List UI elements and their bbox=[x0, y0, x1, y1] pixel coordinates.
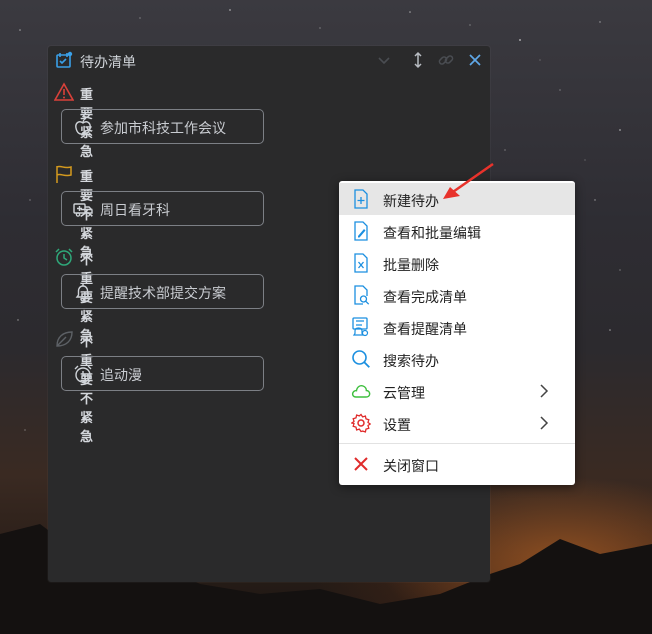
todo-item-label: 周日看牙科 bbox=[100, 203, 170, 219]
menu-item-view-completed[interactable]: 查看完成清单 bbox=[339, 279, 575, 311]
menu-item-view-reminders[interactable]: 查看提醒清单 bbox=[339, 311, 575, 343]
pin-icon[interactable] bbox=[408, 50, 428, 70]
apple-icon bbox=[73, 117, 93, 137]
delete-file-icon bbox=[351, 253, 371, 273]
chevron-down-icon[interactable] bbox=[374, 50, 394, 70]
window-title: 待办清单 bbox=[80, 55, 136, 71]
leaf-icon bbox=[54, 329, 74, 349]
todo-item[interactable]: 周日看牙科 bbox=[61, 191, 264, 226]
medical-truck-icon bbox=[73, 199, 93, 219]
close-x-icon bbox=[351, 454, 371, 474]
search-icon bbox=[351, 349, 371, 369]
bell-icon bbox=[73, 282, 93, 302]
menu-item-label: 查看和批量编辑 bbox=[383, 226, 481, 242]
new-file-icon bbox=[351, 189, 371, 209]
menu-item-label: 新建待办 bbox=[383, 194, 439, 210]
menu-item-label: 查看完成清单 bbox=[383, 290, 467, 306]
menu-item-label: 云管理 bbox=[383, 386, 425, 402]
gear-icon bbox=[350, 413, 372, 433]
search-file-icon bbox=[351, 285, 371, 305]
menu-item-search-todo[interactable]: 搜索待办 bbox=[339, 343, 575, 375]
menu-item-settings[interactable]: 设置 bbox=[339, 407, 575, 439]
cloud-icon bbox=[351, 381, 371, 401]
menu-item-label: 搜索待办 bbox=[383, 354, 439, 370]
menu-item-close-window[interactable]: 关闭窗口 bbox=[339, 448, 575, 480]
flag-icon bbox=[54, 164, 74, 184]
todo-item[interactable]: 追动漫 bbox=[61, 356, 264, 391]
chevron-right-icon bbox=[539, 415, 549, 431]
menu-item-label: 查看提醒清单 bbox=[383, 322, 467, 338]
alarm-clock-icon bbox=[73, 364, 93, 384]
close-icon[interactable] bbox=[465, 50, 485, 70]
menu-item-cloud-management[interactable]: 云管理 bbox=[339, 375, 575, 407]
title-bar: 待办清单 bbox=[48, 46, 490, 74]
todo-item-label: 提醒技术部提交方案 bbox=[100, 286, 226, 302]
todo-item-label: 参加市科技工作会议 bbox=[100, 121, 226, 137]
reminder-file-icon bbox=[351, 317, 371, 337]
menu-item-label: 设置 bbox=[383, 418, 411, 434]
menu-item-view-batch-edit[interactable]: 查看和批量编辑 bbox=[339, 215, 575, 247]
todo-app-icon bbox=[54, 51, 74, 69]
chevron-right-icon bbox=[539, 383, 549, 399]
todo-item[interactable]: 提醒技术部提交方案 bbox=[61, 274, 264, 309]
edit-file-icon bbox=[351, 221, 371, 241]
menu-item-label: 批量删除 bbox=[383, 258, 439, 274]
menu-item-label: 关闭窗口 bbox=[383, 459, 439, 475]
todo-item-label: 追动漫 bbox=[100, 368, 142, 384]
warning-triangle-icon bbox=[53, 82, 75, 102]
menu-separator bbox=[339, 443, 575, 444]
alarm-clock-icon bbox=[54, 247, 74, 267]
link-icon[interactable] bbox=[436, 50, 456, 70]
context-menu: 新建待办 查看和批量编辑 批量删除 查看完成清单 查看提醒清单 搜索待办 云管理… bbox=[339, 181, 575, 485]
menu-item-new-todo[interactable]: 新建待办 bbox=[339, 183, 575, 215]
menu-item-batch-delete[interactable]: 批量删除 bbox=[339, 247, 575, 279]
todo-item[interactable]: 参加市科技工作会议 bbox=[61, 109, 264, 144]
